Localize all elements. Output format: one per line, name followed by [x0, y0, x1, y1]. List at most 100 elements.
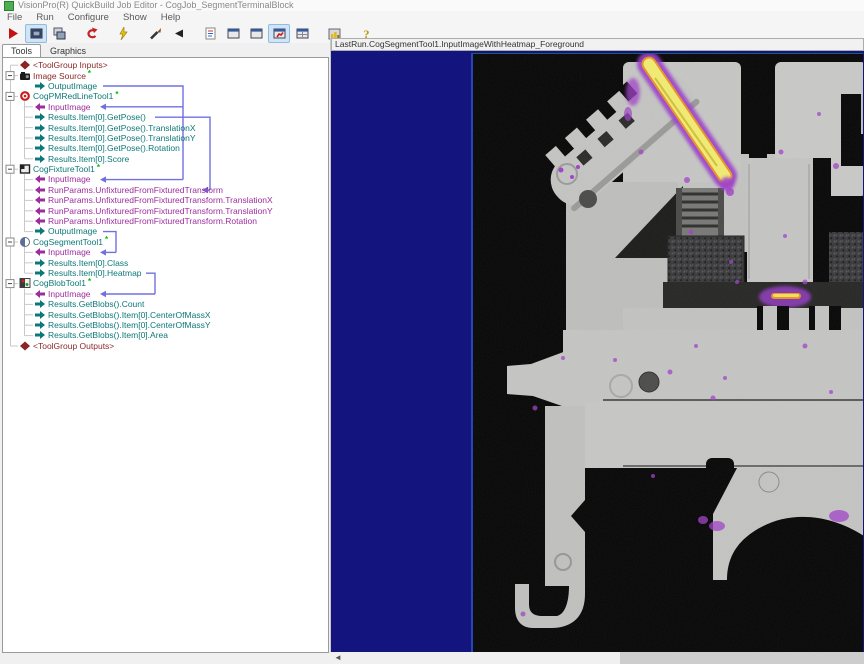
terminal-block-photo [473, 54, 863, 652]
tree-item-label: InputImage [48, 102, 91, 112]
tree-item[interactable]: Results.GetBlobs().Item[0].Area [3, 330, 328, 340]
output-terminal-icon [34, 299, 46, 309]
tree-item-label: OutputImage [48, 226, 97, 236]
tree-item[interactable]: InputImage [3, 102, 328, 112]
tree-item[interactable]: Results.Item[0].Class [3, 257, 328, 267]
tree-item-label: InputImage [48, 247, 91, 257]
image-windows-icon [53, 27, 66, 40]
modified-asterisk: * [97, 163, 100, 172]
tree-item[interactable]: RunParams.UnfixturedFromFixturedTransfor… [3, 216, 328, 226]
output-terminal-icon [34, 320, 46, 330]
menu-item-help[interactable]: Help [154, 12, 188, 23]
run-job-button[interactable] [2, 24, 24, 43]
output-terminal-icon [34, 143, 46, 153]
menu-bar: FileRunConfigureShowHelp [0, 11, 864, 24]
window-2-button[interactable] [245, 24, 267, 43]
window-icon [227, 27, 240, 40]
tree-item[interactable]: Results.GetBlobs().Item[0].CenterOfMassY [3, 320, 328, 330]
scroll-left-arrow-icon[interactable]: ◄ [332, 652, 344, 664]
tree-item[interactable]: Results.GetBlobs().Item[0].CenterOfMassX [3, 309, 328, 319]
tree-item[interactable]: CogBlobTool1* [3, 278, 328, 288]
window-3-button[interactable] [291, 24, 313, 43]
tree-item-label: Results.GetBlobs().Item[0].Area [48, 330, 168, 340]
output-terminal-icon [34, 154, 46, 164]
tree-item[interactable]: Results.Item[0].GetPose().TranslationX [3, 122, 328, 132]
posted-run-button[interactable] [268, 24, 290, 43]
tree-item[interactable]: OutputImage [3, 81, 328, 91]
tree-item-label: RunParams.UnfixturedFromFixturedTransfor… [48, 206, 273, 216]
tree-item[interactable]: <ToolGroup Outputs> [3, 341, 328, 351]
tree-item[interactable]: Results.GetBlobs().Count [3, 299, 328, 309]
image-display-area[interactable] [331, 51, 864, 652]
blob-tool-icon [19, 278, 31, 288]
tree-item-label: CogSegmentTool1 [33, 237, 103, 247]
tree-item[interactable]: InputImage [3, 174, 328, 184]
tree-item-label: Results.Item[0].Heatmap [48, 268, 142, 278]
horizontal-scrollbar[interactable]: ◄ [330, 652, 864, 664]
tree-item-label: Results.Item[0].Score [48, 154, 129, 164]
modified-asterisk: * [88, 69, 91, 78]
tab-graphics[interactable]: Graphics [41, 44, 95, 57]
output-terminal-icon [34, 258, 46, 268]
trigger-button[interactable] [112, 24, 134, 43]
input-terminal-icon [34, 185, 46, 195]
tree-item-label: Results.Item[0].GetPose().Rotation [48, 143, 180, 153]
output-terminal-icon [34, 81, 46, 91]
tree-item-label: OutputImage [48, 81, 97, 91]
tree-item[interactable]: Results.Item[0].GetPose() [3, 112, 328, 122]
show-image-copy-button[interactable] [48, 24, 70, 43]
segment-tool-icon [19, 237, 31, 247]
tree-item-label: Results.GetBlobs().Item[0].CenterOfMassX [48, 310, 211, 320]
image-display-panel: LastRun.CogSegmentTool1.InputImageWithHe… [330, 38, 864, 652]
tree-item[interactable]: Image Source* [3, 70, 328, 80]
brush-icon [149, 27, 162, 40]
input-terminal-icon [34, 216, 46, 226]
tree-item[interactable]: Results.Item[0].GetPose().Rotation [3, 143, 328, 153]
tree-item[interactable]: CogPMRedLineTool1* [3, 91, 328, 101]
runner-icon [273, 27, 286, 40]
tree-item-label: Results.Item[0].GetPose().TranslationX [48, 123, 196, 133]
pointer-button[interactable] [167, 24, 189, 43]
menu-item-run[interactable]: Run [29, 12, 60, 23]
tree-item-label: <ToolGroup Inputs> [33, 60, 108, 70]
reset-button[interactable] [80, 24, 102, 43]
menu-item-show[interactable]: Show [116, 12, 154, 23]
paint-button[interactable] [144, 24, 166, 43]
tree-item[interactable]: CogFixtureTool1* [3, 164, 328, 174]
tree-item-label: Results.Item[0].Class [48, 258, 128, 268]
menu-item-file[interactable]: File [0, 12, 29, 23]
window-1-button[interactable] [222, 24, 244, 43]
tree-item[interactable]: Results.Item[0].Score [3, 154, 328, 164]
menu-item-configure[interactable]: Configure [61, 12, 116, 23]
tree-item[interactable]: OutputImage [3, 226, 328, 236]
output-terminal-icon [34, 226, 46, 236]
show-image-button[interactable] [25, 24, 47, 43]
lightning-icon [117, 27, 130, 40]
app-icon [4, 1, 14, 11]
input-terminal-icon [34, 289, 46, 299]
tree-item-label: <ToolGroup Outputs> [33, 341, 114, 351]
tree-item[interactable]: RunParams.UnfixturedFromFixturedTransfor… [3, 185, 328, 195]
group-tool-icon [19, 341, 31, 351]
tree-item[interactable]: CogSegmentTool1* [3, 237, 328, 247]
display-record-label: LastRun.CogSegmentTool1.InputImageWithHe… [331, 38, 864, 51]
job-notes-button[interactable] [199, 24, 221, 43]
tree-item-label: Results.GetBlobs().Item[0].CenterOfMassY [48, 320, 211, 330]
tree-item[interactable]: InputImage [3, 247, 328, 257]
tab-tools[interactable]: Tools [2, 44, 41, 57]
output-terminal-icon [34, 310, 46, 320]
tree-item-label: CogFixtureTool1 [33, 164, 95, 174]
tree-item[interactable]: InputImage [3, 289, 328, 299]
tree-item-label: CogBlobTool1 [33, 278, 86, 288]
tree-item[interactable]: <ToolGroup Inputs> [3, 60, 328, 70]
tree-item[interactable]: Results.Item[0].Heatmap [3, 268, 328, 278]
scrollbar-thumb[interactable] [620, 652, 864, 664]
input-terminal-icon [34, 206, 46, 216]
tree-item[interactable]: Results.Item[0].GetPose().TranslationY [3, 133, 328, 143]
tree-item-label: Results.Item[0].GetPose() [48, 112, 146, 122]
tree-item[interactable]: RunParams.UnfixturedFromFixturedTransfor… [3, 205, 328, 215]
tree-item-label: RunParams.UnfixturedFromFixturedTransfor… [48, 185, 223, 195]
output-terminal-icon [34, 330, 46, 340]
tree-item-label: Results.GetBlobs().Count [48, 299, 144, 309]
tree-item[interactable]: RunParams.UnfixturedFromFixturedTransfor… [3, 195, 328, 205]
